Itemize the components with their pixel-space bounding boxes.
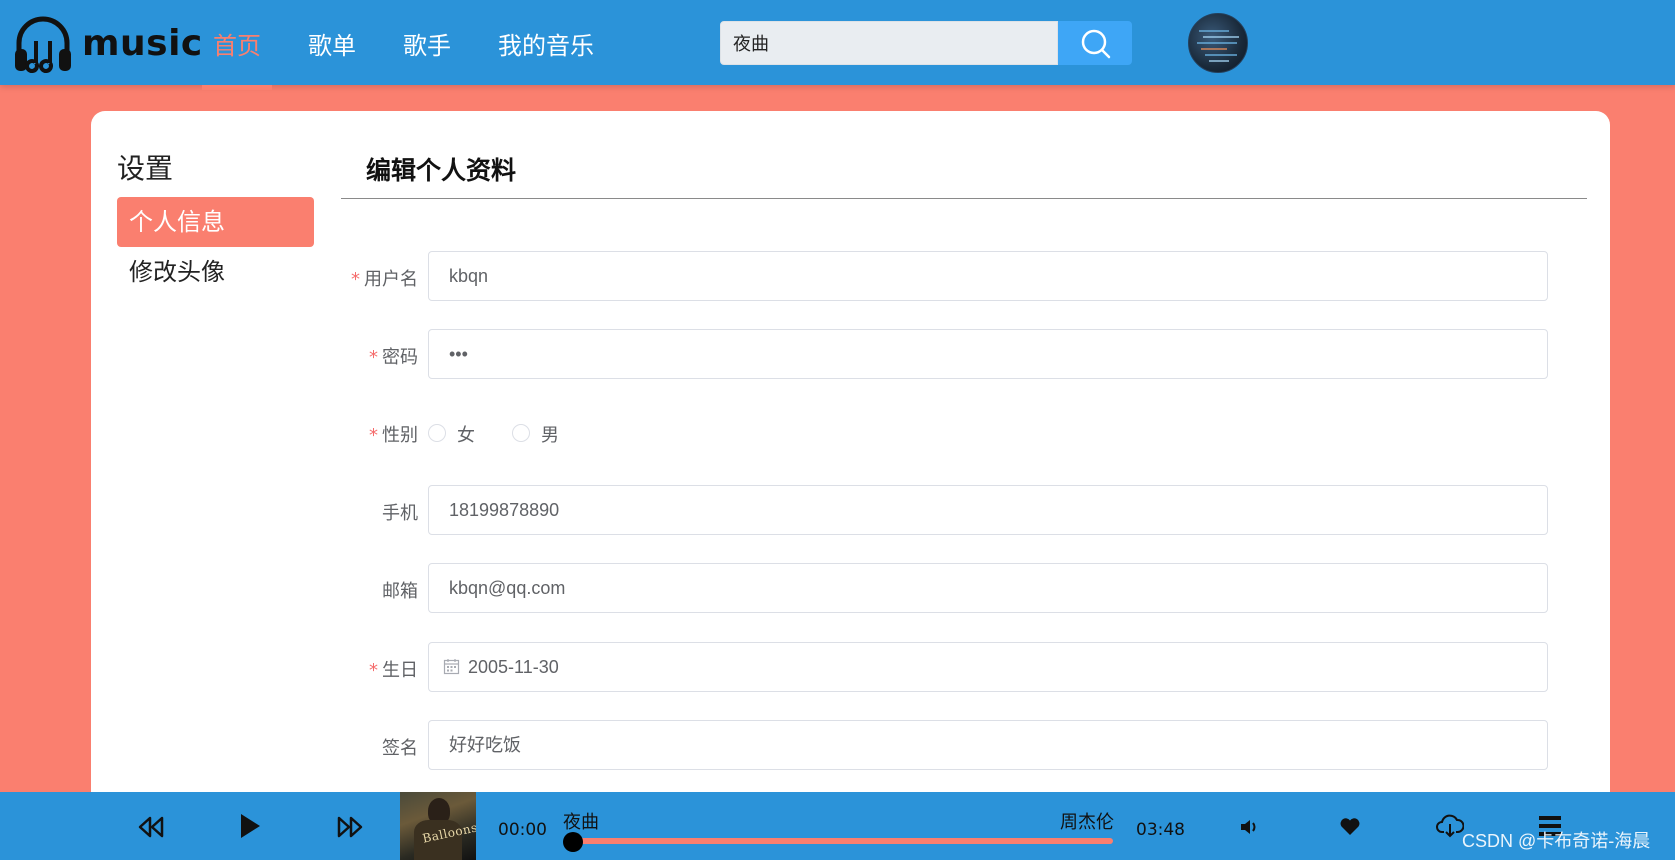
logo[interactable]: music — [12, 13, 202, 75]
progress-knob[interactable] — [563, 832, 583, 852]
volume-icon[interactable] — [1239, 818, 1261, 836]
watermark: CSDN @卡布奇诺-海晨 — [1462, 831, 1651, 851]
download-icon[interactable] — [1436, 814, 1464, 838]
birthday-value: 2005-11-30 — [468, 657, 559, 677]
prev-icon[interactable] — [137, 816, 165, 838]
progress-bar[interactable] — [573, 838, 1113, 844]
gender-female-radio[interactable] — [428, 424, 446, 442]
album-cover: Balloons — [400, 792, 476, 860]
duration: 03:48 — [1136, 820, 1185, 840]
phone-field[interactable]: 18199878890 — [428, 485, 1548, 535]
search-button[interactable] — [1058, 21, 1132, 65]
next-icon[interactable] — [336, 816, 364, 838]
headphones-icon — [15, 16, 71, 73]
password-field[interactable]: ••• — [428, 329, 1548, 379]
signature-label: 签名 — [382, 738, 418, 759]
username-label: * 用户名 — [351, 269, 418, 290]
gender-male-radio[interactable] — [512, 424, 530, 442]
title-divider — [341, 198, 1587, 199]
gender-female-label[interactable]: 女 — [457, 421, 475, 447]
heart-icon[interactable] — [1339, 817, 1361, 837]
current-time: 00:00 — [498, 820, 547, 840]
password-label: * 密码 — [369, 347, 418, 368]
required-mark: * — [369, 347, 378, 368]
required-mark: * — [369, 660, 378, 681]
birthday-date-picker[interactable]: 2005-11-30 — [428, 642, 1548, 692]
music-player-bar: Balloons — [0, 792, 1675, 860]
email-label: 邮箱 — [382, 581, 418, 602]
play-icon[interactable] — [238, 812, 262, 840]
search-input[interactable] — [720, 21, 1058, 65]
search-icon — [1081, 29, 1111, 59]
gender-male-label[interactable]: 男 — [541, 421, 559, 447]
required-mark: * — [351, 269, 360, 290]
sidebar-title: 设置 — [117, 152, 174, 185]
sidebar-item-avatar[interactable]: 修改头像 — [117, 247, 314, 297]
nav-singers[interactable]: 歌手 — [403, 26, 451, 61]
username-field[interactable]: kbqn — [428, 251, 1548, 301]
top-navbar: music 首页 歌单 歌手 我的音乐 — [0, 0, 1675, 85]
email-field[interactable]: kbqn@qq.com — [428, 563, 1548, 613]
required-mark: * — [369, 425, 378, 446]
gender-label: * 性别 — [369, 425, 418, 446]
nav-my-music[interactable]: 我的音乐 — [498, 26, 594, 61]
sidebar-item-profile[interactable]: 个人信息 — [117, 197, 314, 247]
nav-home[interactable]: 首页 — [213, 26, 261, 61]
nav-playlists[interactable]: 歌单 — [308, 26, 356, 61]
phone-label: 手机 — [382, 503, 418, 524]
nav-active-indicator — [202, 85, 272, 90]
logo-text: music — [82, 23, 203, 64]
settings-card: 设置 个人信息 修改头像 编辑个人资料 * 用户名 kbqn * 密码 ••• * 性… — [91, 111, 1610, 811]
calendar-icon — [443, 659, 460, 675]
song-title: 夜曲 — [563, 812, 599, 833]
signature-field[interactable]: 好好吃饭 — [428, 720, 1548, 770]
birthday-label: * 生日 — [369, 660, 418, 681]
artist-name: 周杰伦 — [1060, 812, 1114, 833]
user-avatar[interactable] — [1188, 13, 1248, 73]
page-title: 编辑个人资料 — [366, 156, 517, 185]
